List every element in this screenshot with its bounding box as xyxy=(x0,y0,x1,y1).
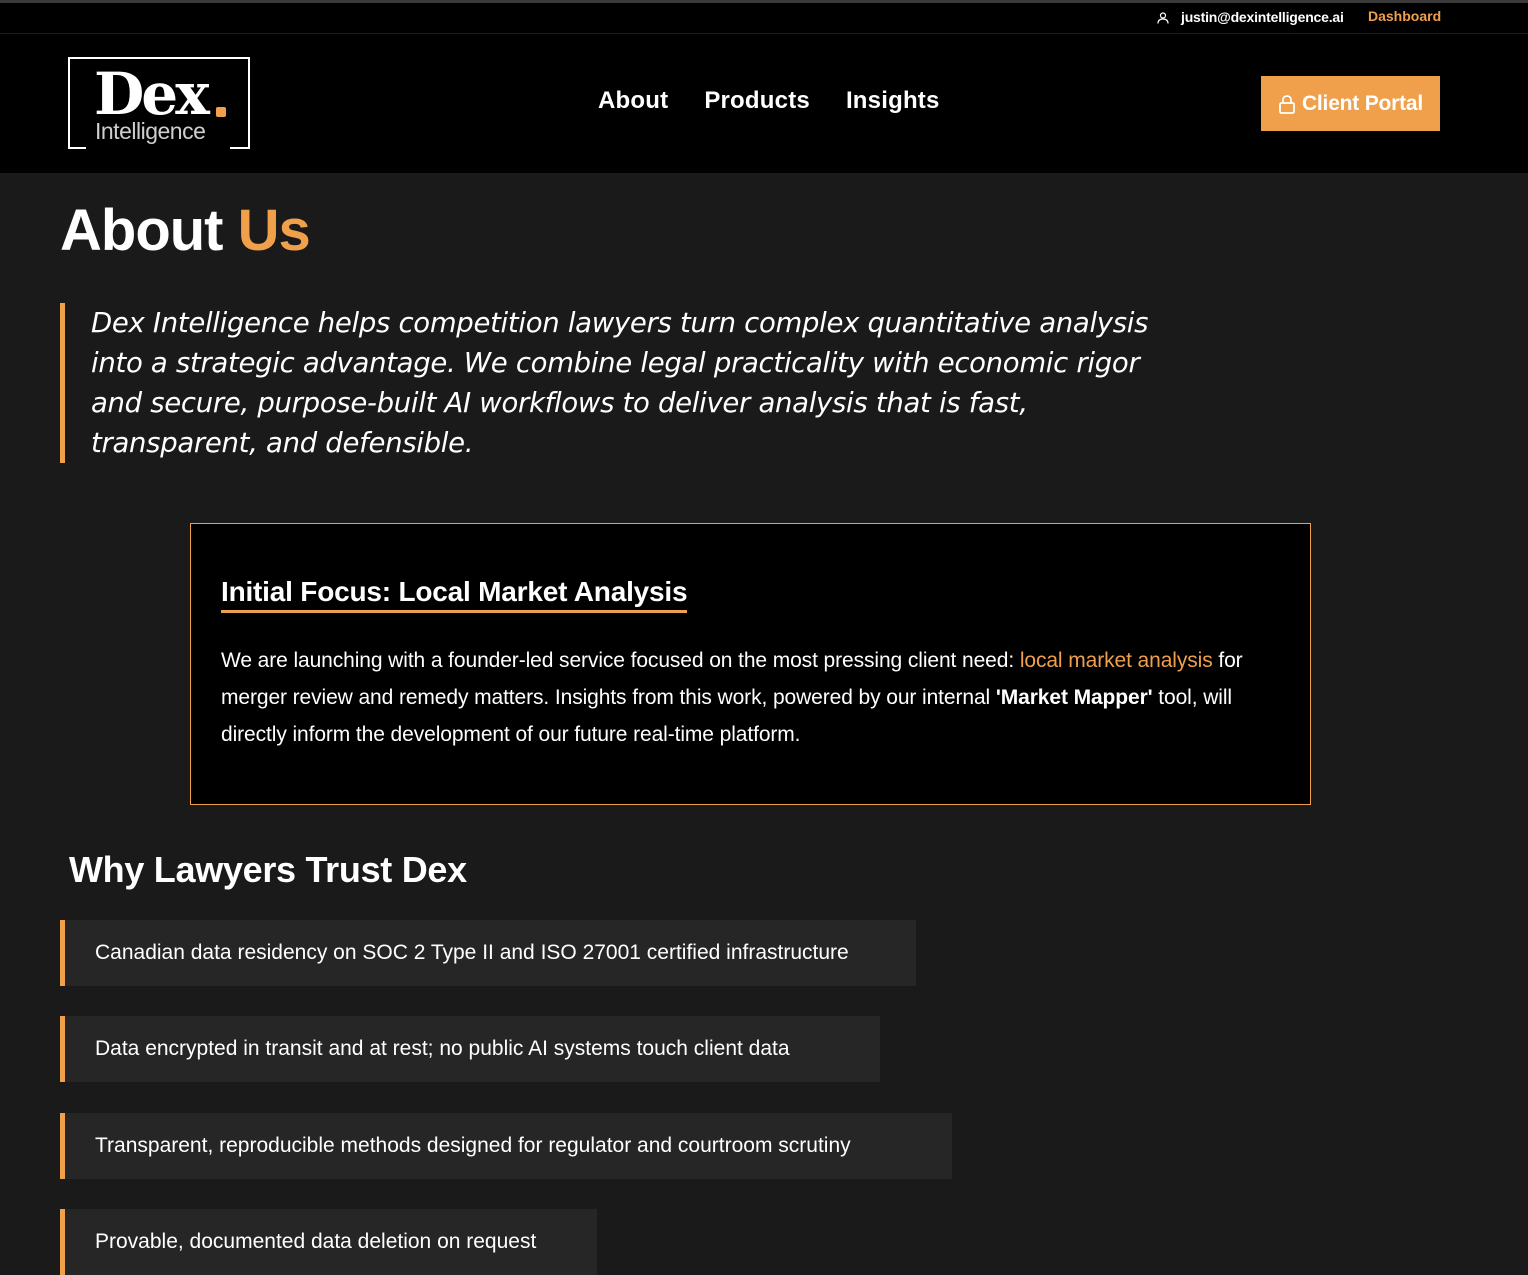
trust-section-title: Why Lawyers Trust Dex xyxy=(69,849,467,890)
page-title-accent: Us xyxy=(237,198,311,263)
trust-item-text: Canadian data residency on SOC 2 Type II… xyxy=(95,941,849,964)
logo-subtitle: Intelligence xyxy=(95,118,206,144)
user-icon xyxy=(1157,11,1169,24)
intro-blockquote: Dex Intelligence helps competition lawye… xyxy=(60,303,1190,463)
nav-insights[interactable]: Insights xyxy=(846,87,940,115)
user-account[interactable]: justin@dexintelligence.ai xyxy=(1157,8,1344,26)
focus-title: Initial Focus: Local Market Analysis xyxy=(221,574,688,613)
page-title-main: About xyxy=(60,198,223,263)
user-email: justin@dexintelligence.ai xyxy=(1181,9,1344,25)
focus-text-highlight: local market analysis xyxy=(1019,649,1213,672)
trust-item: Canadian data residency on SOC 2 Type II… xyxy=(60,920,916,986)
trust-item-text: Transparent, reproducible methods design… xyxy=(95,1134,851,1157)
focus-text-strong: 'Market Mapper' xyxy=(995,686,1153,709)
client-portal-button[interactable]: Client Portal xyxy=(1261,76,1440,131)
trust-item-text: Data encrypted in transit and at rest; n… xyxy=(95,1037,790,1060)
page-title: About Us xyxy=(60,196,311,266)
main-nav: About Products Insights xyxy=(598,87,976,115)
client-portal-label: Client Portal xyxy=(1301,91,1424,115)
nav-products[interactable]: Products xyxy=(704,87,810,115)
dashboard-link[interactable]: Dashboard xyxy=(1368,8,1441,24)
focus-description: We are launching with a founder-led serv… xyxy=(221,642,1291,753)
trust-item: Data encrypted in transit and at rest; n… xyxy=(60,1016,880,1082)
dex-logo[interactable]: Dex Intelligence xyxy=(68,57,250,149)
focus-text-part1: We are launching with a founder-led serv… xyxy=(221,649,1020,672)
logo-frame-gap xyxy=(86,145,230,149)
logo-dot xyxy=(216,107,226,117)
trust-item-text: Provable, documented data deletion on re… xyxy=(95,1230,537,1253)
site-header: Dex Intelligence About Products Insights… xyxy=(0,34,1528,173)
initial-focus-card: Initial Focus: Local Market Analysis We … xyxy=(190,523,1311,805)
utility-bar: justin@dexintelligence.ai Dashboard xyxy=(0,3,1528,34)
nav-about[interactable]: About xyxy=(598,87,668,115)
trust-item: Transparent, reproducible methods design… xyxy=(60,1113,952,1179)
lock-icon xyxy=(1278,94,1296,114)
intro-text: Dex Intelligence helps competition lawye… xyxy=(91,307,1149,459)
trust-item: Provable, documented data deletion on re… xyxy=(60,1209,597,1275)
